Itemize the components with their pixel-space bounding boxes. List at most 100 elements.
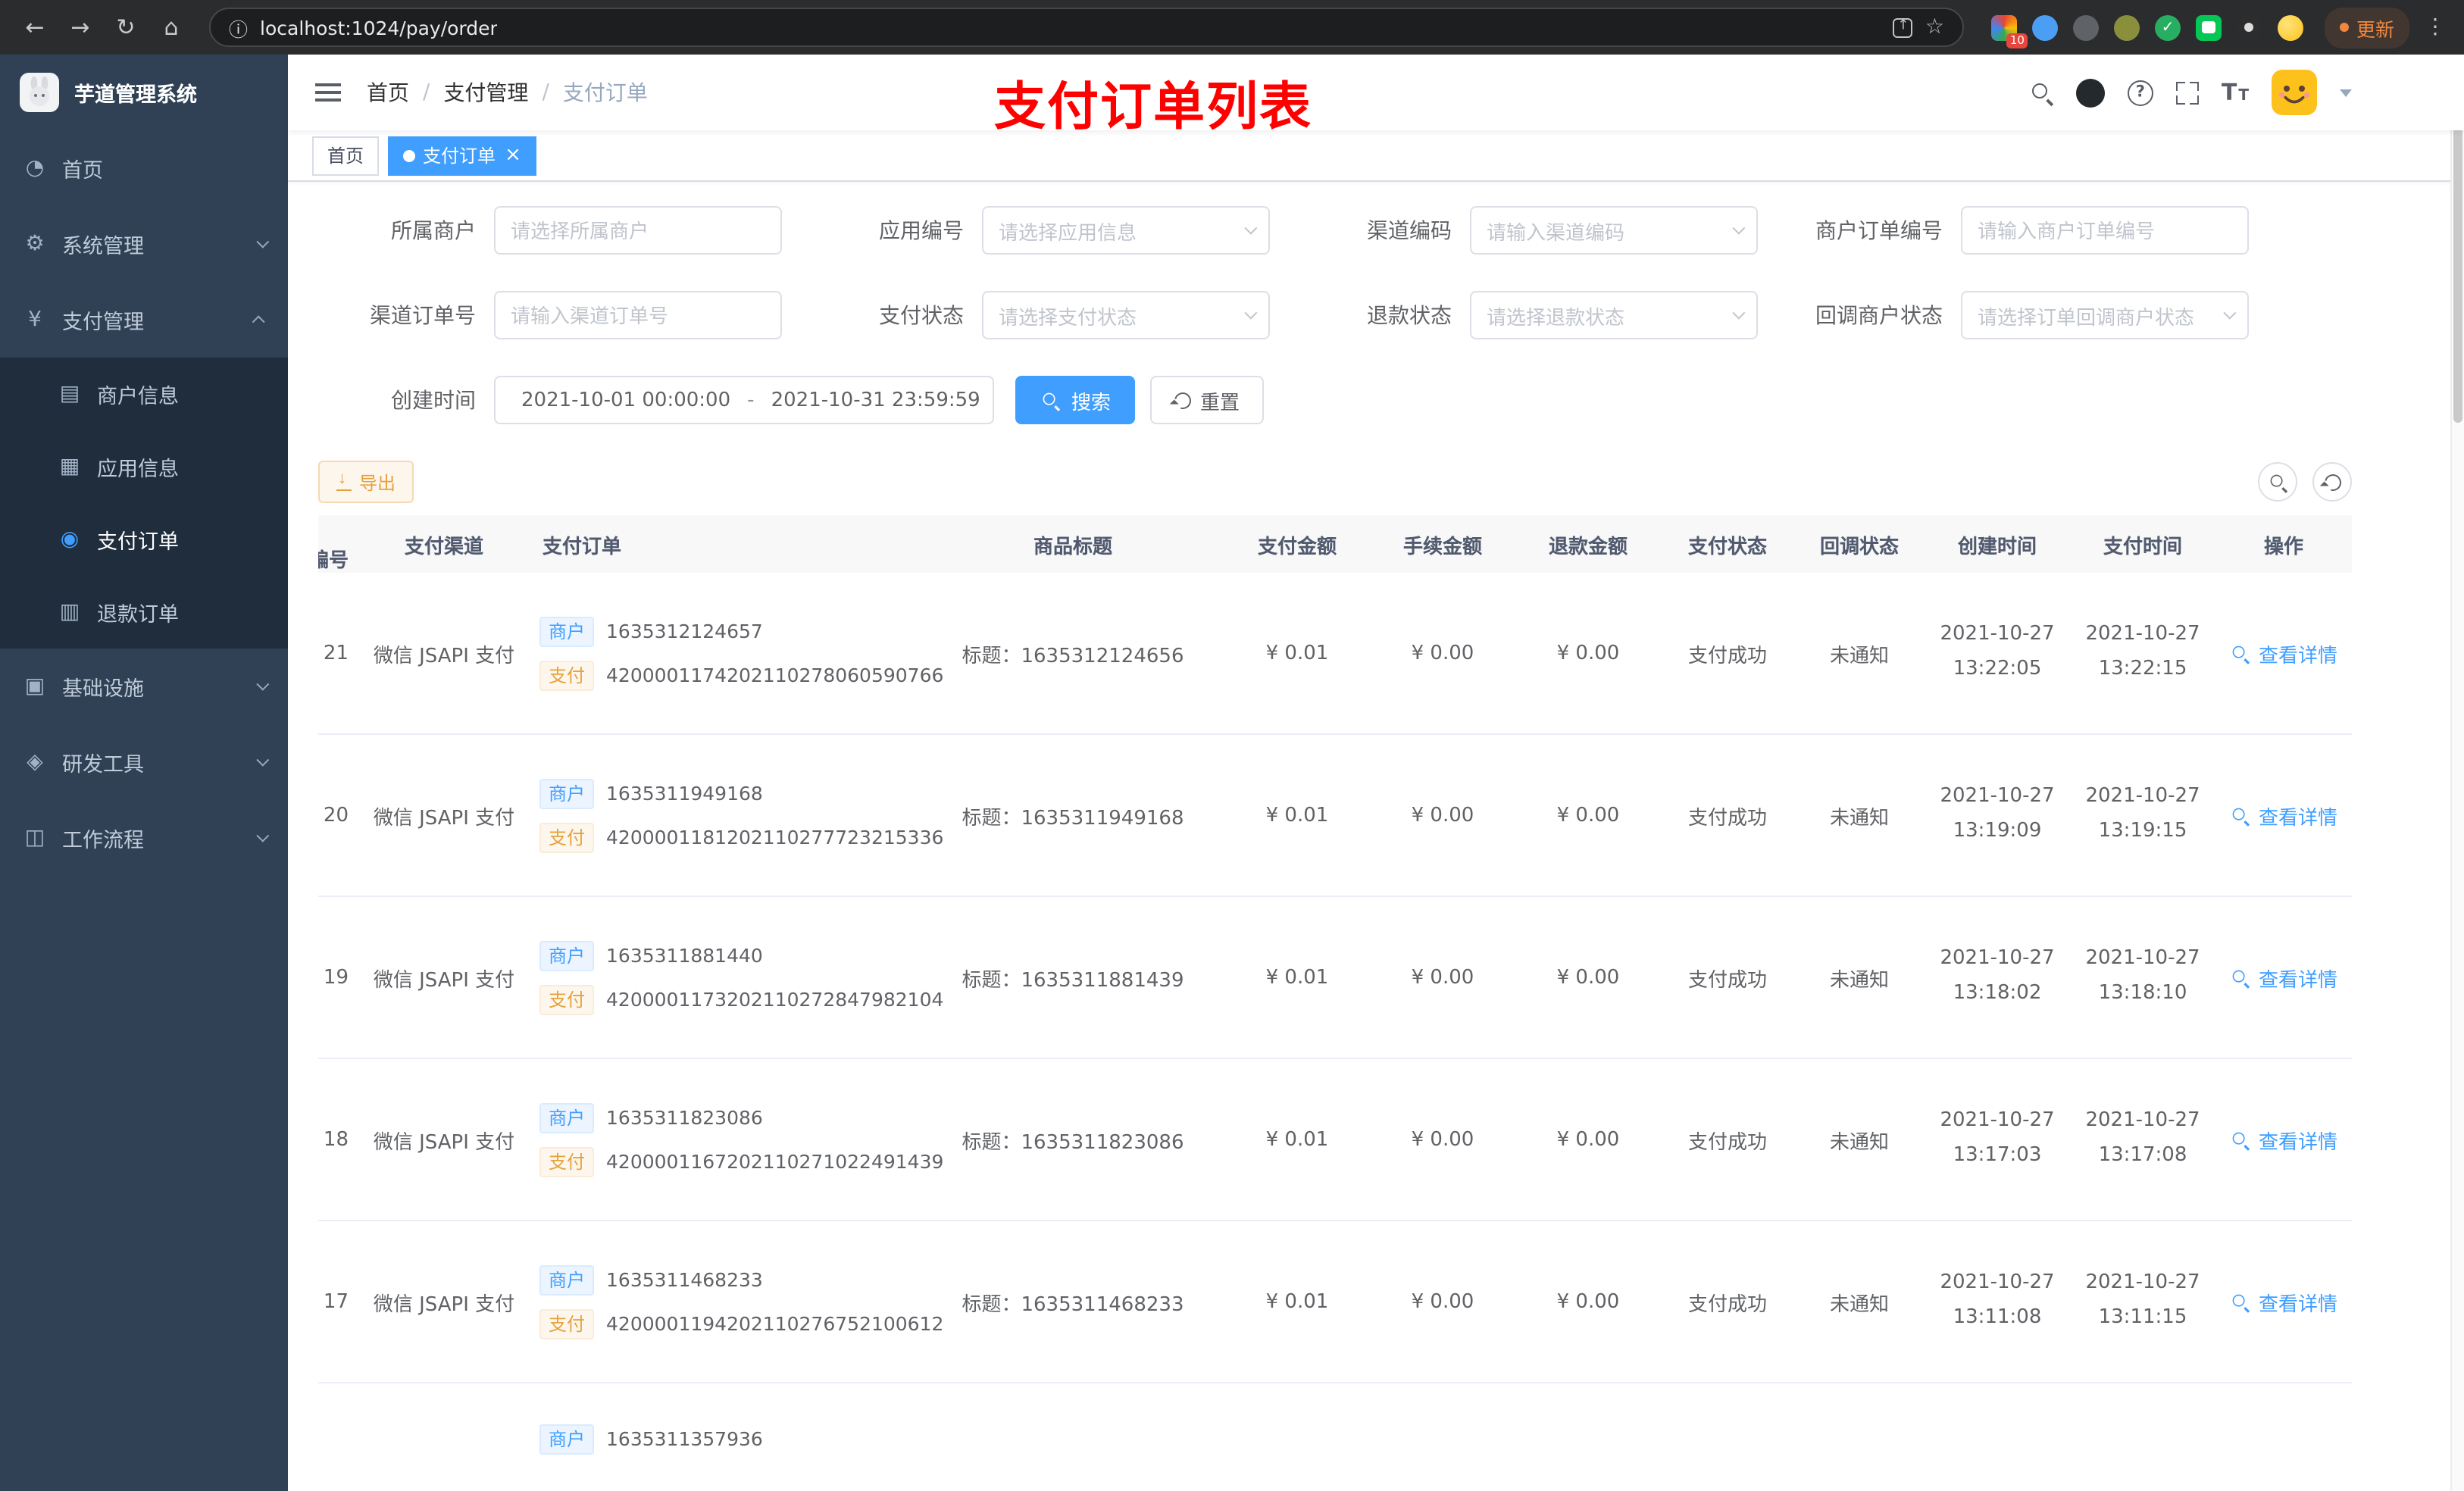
- filter-field-notify-status: 回调商户状态 请选择订单回调商户状态: [1776, 291, 2249, 339]
- sidebar-item-label: 支付订单: [97, 530, 179, 555]
- pay-tag: 支付: [539, 822, 595, 852]
- refresh-table-button[interactable]: [2312, 462, 2352, 502]
- pay-time-cell: 2021-10-27 13:19:15: [2070, 735, 2215, 896]
- sidebar-item-devtools[interactable]: ◈ 研发工具: [0, 724, 288, 800]
- back-icon[interactable]: ←: [15, 8, 55, 47]
- app-select[interactable]: 请选择应用信息: [982, 206, 1270, 255]
- extension-dark-icon[interactable]: [2072, 14, 2099, 40]
- channel-code-select[interactable]: 请输入渠道编码: [1470, 206, 1758, 255]
- sidebar-item-payment[interactable]: ¥ 支付管理: [0, 282, 288, 358]
- export-button[interactable]: 导出: [318, 461, 414, 503]
- create-time-cell: 2021-10-27 13:11:08: [1925, 1221, 2070, 1382]
- pay-order-cell: 商户 1635311949168 支付 42000011812021102777232…: [527, 735, 943, 896]
- fullscreen-icon[interactable]: [2175, 81, 2199, 104]
- toggle-search-button[interactable]: [2258, 462, 2297, 502]
- breadcrumb-home[interactable]: 首页: [367, 77, 409, 108]
- refund-status-select[interactable]: 请选择退款状态: [1470, 291, 1758, 339]
- table-toolbar: 导出: [318, 461, 2434, 503]
- owner-input[interactable]: [494, 206, 782, 255]
- view-detail-label: 查看详情: [2258, 969, 2337, 992]
- view-detail-link[interactable]: 查看详情: [2230, 801, 2337, 830]
- chevron-down-icon[interactable]: [2340, 89, 2352, 96]
- browser-update-button[interactable]: 更新: [2324, 7, 2409, 48]
- share-icon[interactable]: [1893, 17, 1913, 37]
- user-avatar[interactable]: [2272, 70, 2317, 115]
- help-icon[interactable]: [2127, 80, 2153, 105]
- avatar-emoji: [2272, 70, 2317, 115]
- pay-order-cell: 商户 1635311823086 支付 42000011672021102710224…: [527, 1059, 943, 1220]
- breadcrumb: 首页 / 支付管理 / 支付订单: [367, 77, 648, 108]
- notify-status-select[interactable]: 请选择订单回调商户状态: [1961, 291, 2249, 339]
- profile-avatar-icon[interactable]: [2277, 14, 2303, 40]
- notify-status-cell: 未通知: [1829, 969, 1889, 992]
- reload-icon[interactable]: ↻: [106, 8, 145, 47]
- extension-olive-icon[interactable]: [2113, 14, 2140, 40]
- order-id-cell: 21: [323, 642, 349, 664]
- sidebar-item-home[interactable]: ◔ 首页: [0, 130, 288, 206]
- browser-menu-icon[interactable]: ⋮: [2422, 15, 2449, 39]
- home-icon[interactable]: ⌂: [152, 8, 191, 47]
- reset-button[interactable]: 重置: [1150, 376, 1265, 424]
- sidebar-item-label: 工作流程: [62, 829, 144, 853]
- address-bar[interactable]: ⓘ localhost:1024/pay/order ☆: [209, 8, 1964, 47]
- filter-field-channel-code: 渠道编码 请输入渠道编码: [1300, 206, 1758, 255]
- create-time-range-picker[interactable]: 2021-10-01 00:00:00 - 2021-10-31 23:59:5…: [494, 376, 994, 424]
- sidebar-item-system[interactable]: ⚙ 系统管理: [0, 206, 288, 282]
- sidebar-item-infra[interactable]: ▣ 基础设施: [0, 649, 288, 724]
- table-scroll-area[interactable]: 编号支付渠道支付订单商品标题支付金额手续金额退款金额支付状态回调状态创建时间支付…: [318, 515, 2352, 1491]
- sidebar-item-pay-order[interactable]: ◉ 支付订单: [0, 503, 288, 576]
- github-icon[interactable]: [2075, 78, 2105, 107]
- page-scrollbar[interactable]: [2450, 55, 2464, 1491]
- sidebar-item-label: 应用信息: [97, 458, 179, 482]
- search-button[interactable]: 搜索: [1015, 376, 1136, 424]
- merchant-order-no-input[interactable]: [1961, 206, 2249, 255]
- view-detail-label: 查看详情: [2258, 645, 2337, 667]
- site-info-icon[interactable]: ⓘ: [229, 13, 248, 42]
- action-cell: 查看详情: [2215, 897, 2352, 1058]
- refresh-icon: [1171, 388, 1195, 412]
- extension-drop-icon[interactable]: [2031, 14, 2058, 40]
- download-icon: [336, 470, 352, 491]
- extension-colorful-icon[interactable]: 10: [1990, 14, 2028, 48]
- date-text: 2021-10-27: [2085, 785, 2200, 808]
- breadcrumb-payment[interactable]: 支付管理: [443, 77, 528, 108]
- tab-pay-order[interactable]: 支付订单 ×: [388, 136, 536, 175]
- view-detail-label: 查看详情: [2258, 1131, 2337, 1154]
- forward-icon[interactable]: →: [61, 8, 100, 47]
- select-placeholder: 请选择订单回调商户状态: [1978, 307, 2195, 330]
- pay-order-line: 支付 4200001174202110278060590766: [539, 660, 943, 690]
- extension-check-icon[interactable]: ✓: [2154, 14, 2181, 40]
- view-detail-link[interactable]: 查看详情: [2230, 963, 2337, 992]
- merchant-order-line: 商户 1635311949168: [539, 778, 763, 808]
- sidebar-logo[interactable]: 芋道管理系统: [0, 55, 288, 130]
- select-placeholder: 请选择退款状态: [1487, 307, 1625, 330]
- close-icon[interactable]: ×: [505, 145, 521, 165]
- filter-field-merchant-order-no: 商户订单编号: [1776, 206, 2249, 255]
- bookmark-star-icon[interactable]: ☆: [1925, 15, 1944, 39]
- channel-order-no-input[interactable]: [494, 291, 782, 339]
- sidebar-item-refund-order[interactable]: ▥ 退款订单: [0, 576, 288, 649]
- chevron-up-icon: [252, 315, 265, 329]
- sidebar-item-workflow[interactable]: ◫ 工作流程: [0, 800, 288, 876]
- tab-home[interactable]: 首页: [312, 136, 380, 175]
- tags-view: 首页 支付订单 ×: [288, 130, 2464, 182]
- date-text: 2021-10-27: [1940, 1109, 2055, 1133]
- hamburger-icon[interactable]: [312, 77, 342, 108]
- date-range-start: 2021-10-01 00:00:00: [521, 389, 731, 411]
- extension-chat-icon[interactable]: [2195, 14, 2222, 40]
- font-size-icon[interactable]: T: [2222, 79, 2249, 106]
- extension-pin-icon[interactable]: [2236, 14, 2262, 40]
- view-detail-link[interactable]: 查看详情: [2230, 639, 2337, 667]
- sidebar-item-app-info[interactable]: ▦ 应用信息: [0, 430, 288, 503]
- product-title-cell: 标题：1635311823086: [962, 1131, 1184, 1154]
- export-button-label: 导出: [359, 472, 396, 493]
- sidebar-item-merchant-info[interactable]: ▤ 商户信息: [0, 358, 288, 430]
- pay-status-select[interactable]: 请选择支付状态: [982, 291, 1270, 339]
- view-detail-link[interactable]: 查看详情: [2230, 1287, 2337, 1316]
- view-detail-link[interactable]: 查看详情: [2230, 1125, 2337, 1154]
- search-icon[interactable]: [2031, 81, 2053, 104]
- filter-field-pay-status: 支付状态 请选择支付状态: [812, 291, 1270, 339]
- chevron-down-icon: [2223, 306, 2237, 320]
- column-header: 支付状态: [1687, 536, 1767, 558]
- filter-label: 回调商户状态: [1815, 305, 1943, 329]
